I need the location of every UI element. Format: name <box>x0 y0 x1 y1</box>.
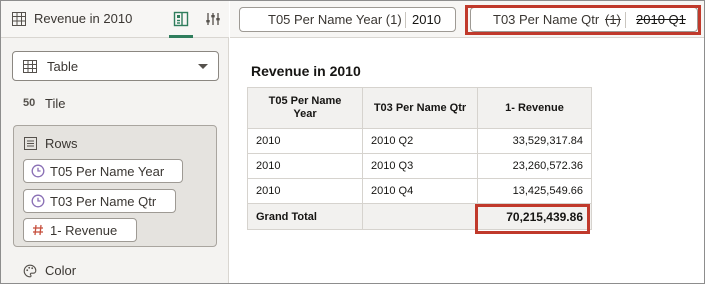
table-icon <box>23 60 37 73</box>
table-cell[interactable]: 2010 <box>247 178 363 204</box>
column-header[interactable]: T03 Per Name Qtr <box>362 87 478 129</box>
panel-title: Revenue in 2010 <box>34 11 133 26</box>
table-cell[interactable]: 2010 Q4 <box>362 178 478 204</box>
column-header[interactable]: 1- Revenue <box>477 87 592 129</box>
rows-label: Rows <box>45 136 78 151</box>
hash-icon <box>33 224 43 236</box>
row-pill-label: 1- Revenue <box>50 223 118 238</box>
table-cell[interactable]: 13,425,549.66 <box>477 178 592 204</box>
table-row: 2010 2010 Q2 33,529,317.84 <box>247 128 592 154</box>
properties-tab-icon[interactable] <box>204 10 222 28</box>
clock-icon <box>31 194 45 208</box>
palette-icon <box>23 264 37 278</box>
total-highlight-box <box>475 204 590 234</box>
grammar-tab-icon[interactable] <box>172 10 190 28</box>
column-header[interactable]: T05 Per Name Year <box>247 87 363 129</box>
table-row: 2010 2010 Q3 23,260,572.36 <box>247 153 592 179</box>
tile-icon: 50 <box>23 97 36 109</box>
active-tab-indicator <box>169 35 193 38</box>
filter-highlight-box <box>465 5 701 35</box>
table-cell[interactable]: 2010 <box>247 153 363 179</box>
table-icon <box>12 12 26 26</box>
filter-value: 2010 <box>412 12 441 27</box>
filter-year[interactable]: T05 Per Name Year (1) 2010 <box>239 7 456 32</box>
filter-divider <box>405 12 406 28</box>
row-pill-label: T03 Per Name Qtr <box>50 194 157 209</box>
table-cell[interactable]: 2010 Q2 <box>362 128 478 154</box>
clock-icon <box>31 164 45 178</box>
row-pill-year[interactable]: T05 Per Name Year <box>23 159 183 183</box>
viz-title: Revenue in 2010 <box>251 63 361 79</box>
table-cell[interactable]: 33,529,317.84 <box>477 128 592 154</box>
table-header-row: T05 Per Name Year T03 Per Name Qtr 1- Re… <box>247 87 592 129</box>
grammar-panel: Revenue in 2010 Table 50 Tile Rows T05 P… <box>1 1 229 283</box>
rows-drop-zone[interactable]: Rows T05 Per Name Year T03 Per Name Qtr … <box>13 125 217 247</box>
panel-header: Revenue in 2010 <box>1 1 229 38</box>
table-row: 2010 2010 Q4 13,425,549.66 <box>247 178 592 204</box>
row-pill-label: T05 Per Name Year <box>50 164 165 179</box>
table-cell[interactable]: 2010 Q3 <box>362 153 478 179</box>
table-cell[interactable]: 23,260,572.36 <box>477 153 592 179</box>
table-cell <box>362 203 478 230</box>
viz-type-label: Table <box>47 59 79 74</box>
tile-label: Tile <box>45 96 66 111</box>
rows-icon <box>24 137 37 150</box>
chevron-down-icon <box>198 64 208 69</box>
table-cell[interactable]: 2010 <box>247 128 363 154</box>
color-label: Color <box>45 263 77 278</box>
row-pill-qtr[interactable]: T03 Per Name Qtr <box>23 189 176 213</box>
viz-type-select[interactable]: Table <box>12 51 219 81</box>
row-pill-revenue[interactable]: 1- Revenue <box>23 218 137 242</box>
filter-name: T05 Per Name Year (1) <box>268 12 402 27</box>
grand-total-label[interactable]: Grand Total <box>247 203 363 230</box>
